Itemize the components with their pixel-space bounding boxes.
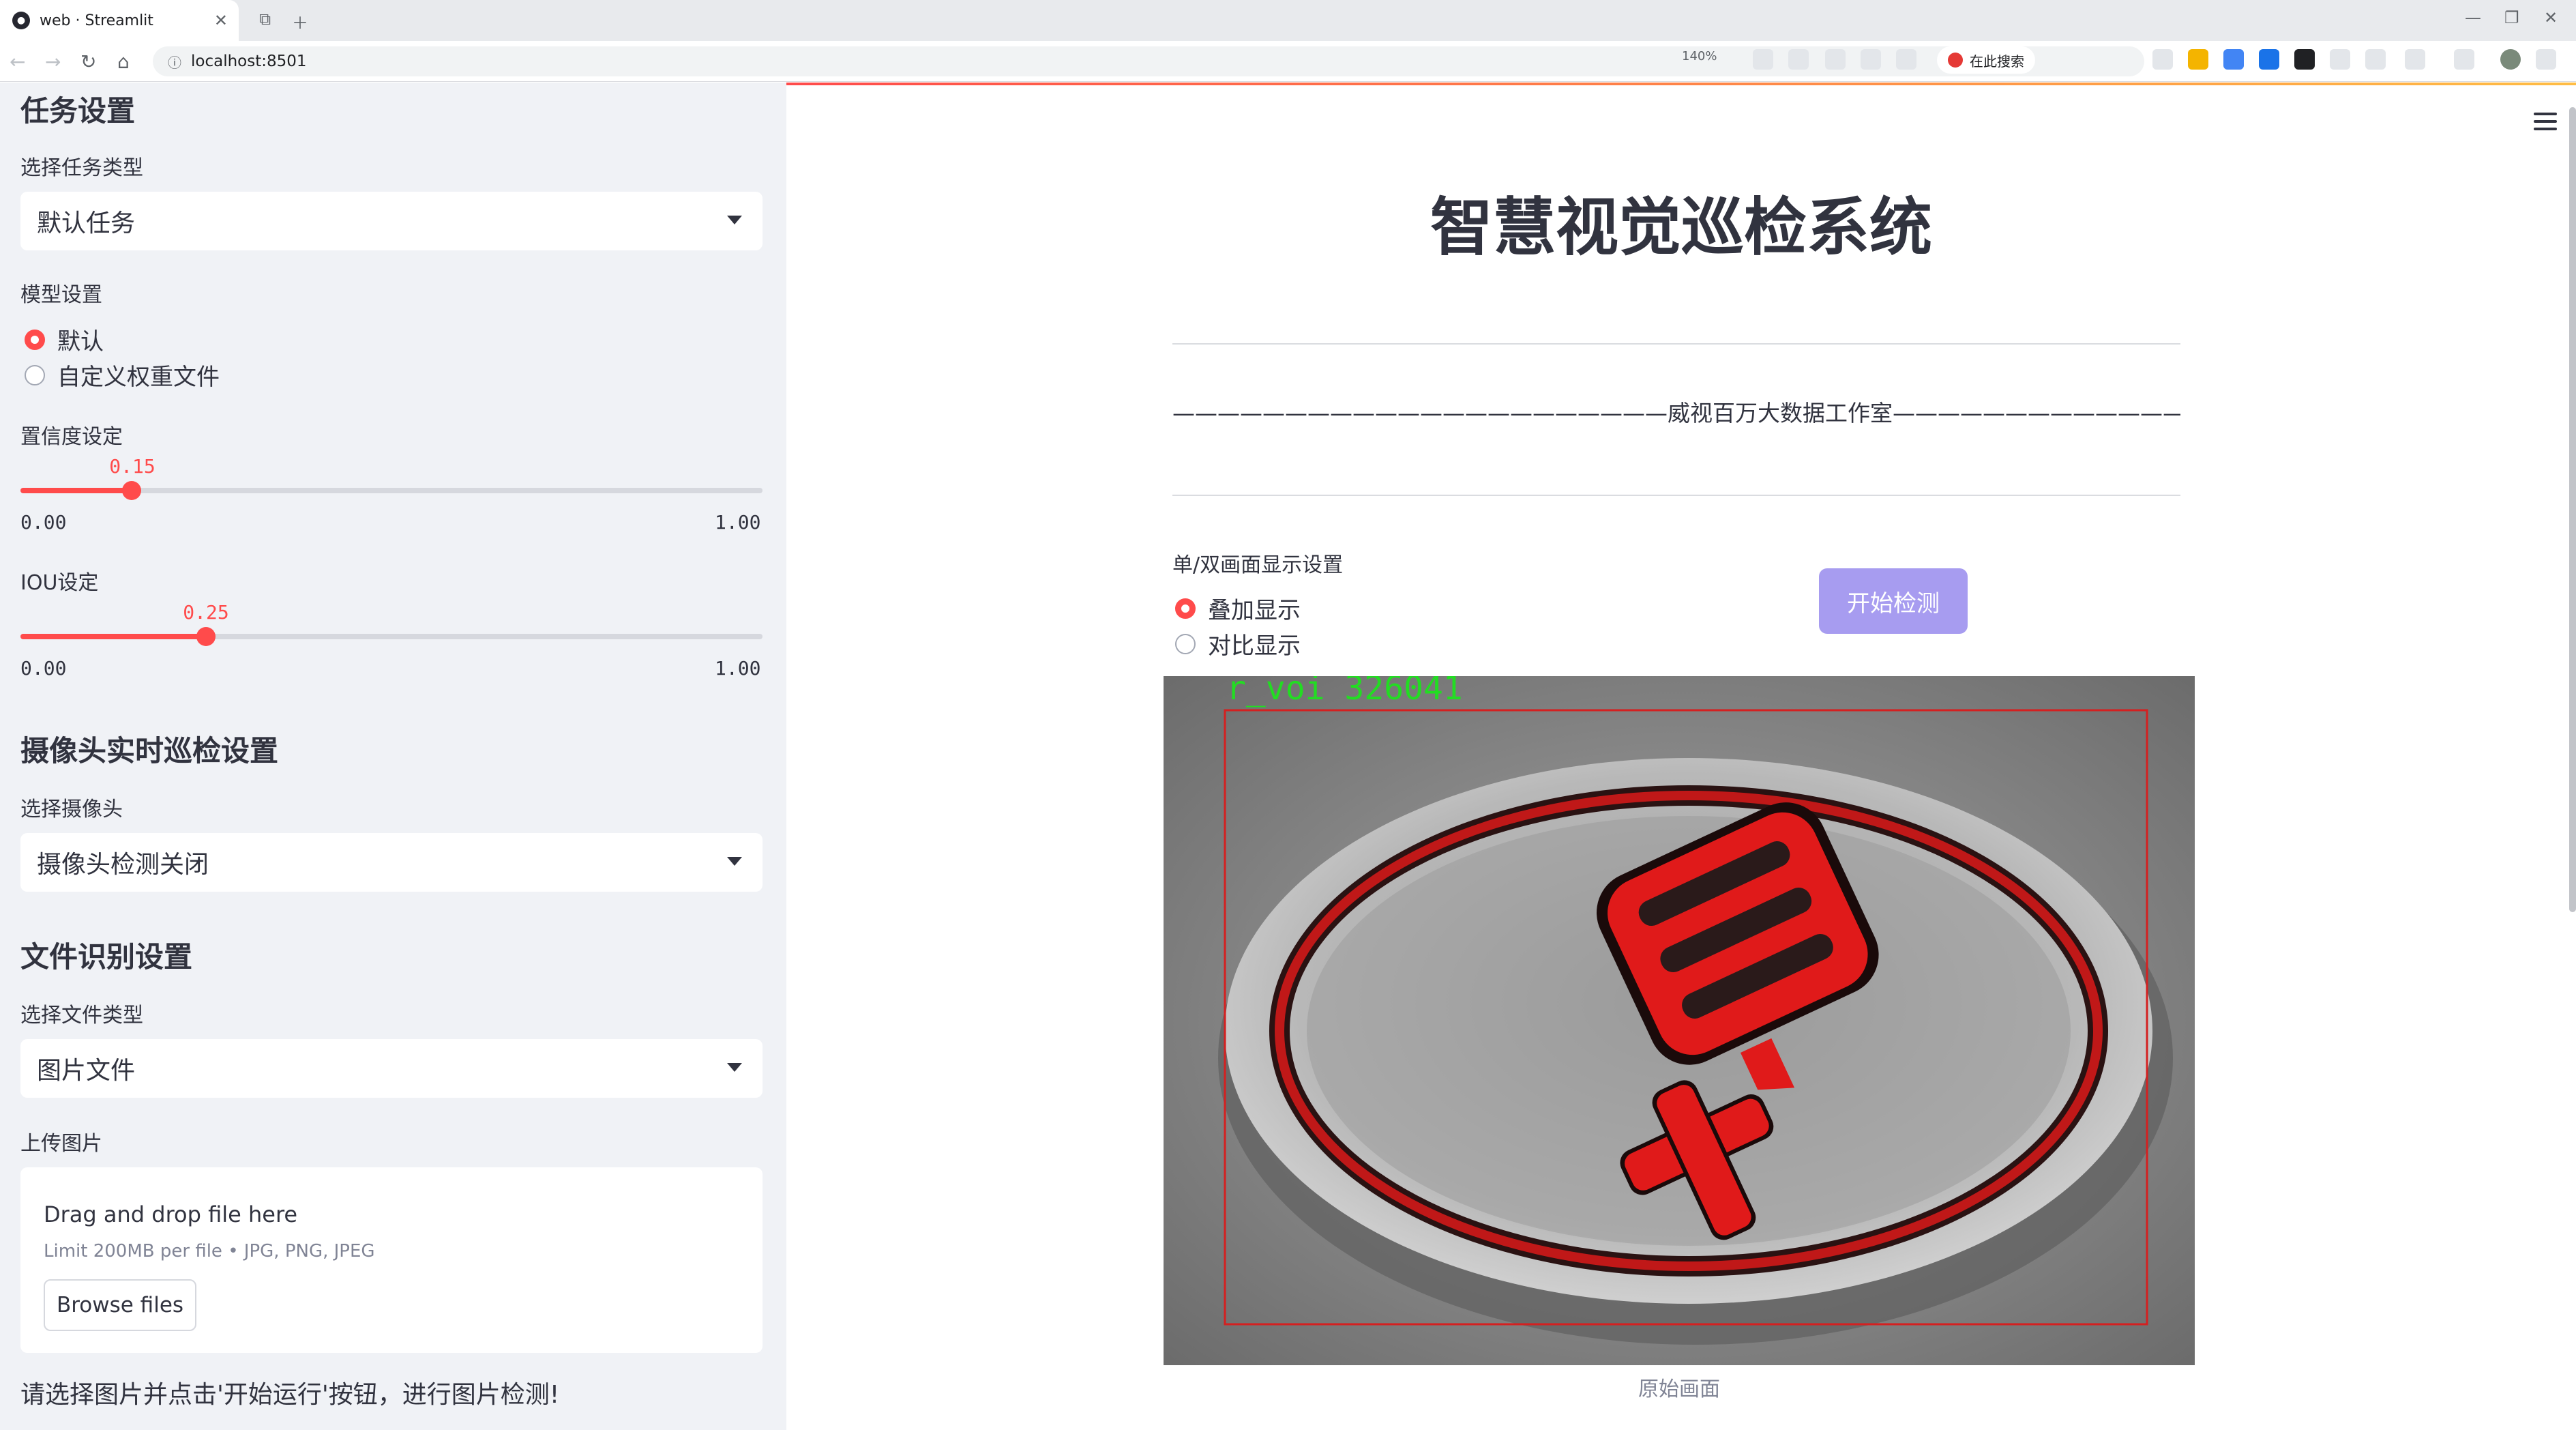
browser-tab-bar: ● web · Streamlit ✕ ⧉ ＋ — ❐ ✕ [0,0,2576,41]
menu-dots-icon[interactable] [2454,49,2474,70]
camera-value: 摄像头检测关闭 [37,851,209,879]
address-bar[interactable]: ⓘ localhost:8501 [153,46,2144,76]
profile-avatar[interactable] [2500,49,2521,70]
iou-slider-thumb[interactable] [196,627,216,646]
task-type-label: 选择任务类型 [20,156,143,180]
streamlit-favicon-icon: ● [12,12,30,29]
confidence-slider-fill [20,488,132,493]
camera-select[interactable]: 摄像头检测关闭 [20,833,763,892]
search-box[interactable]: 在此搜索 [1937,46,2035,74]
chevron-down-icon [727,216,742,224]
iou-slider[interactable] [20,627,763,646]
top-decoration-bar [786,83,2576,85]
confidence-label: 置信度设定 [20,425,123,449]
iou-slider-fill [20,634,206,639]
home-icon[interactable]: ⌂ [117,50,130,73]
radio-selected-icon[interactable] [25,329,45,350]
image-caption: 原始画面 [1638,1377,1720,1401]
zoom-indicator[interactable]: 140% [1682,49,1717,63]
screenshot-icon[interactable] [1825,49,1846,70]
main-content: 智慧视觉巡检系统 ——————————————————————威视百万大数据工作… [786,83,2576,1430]
task-type-value: 默认任务 [37,209,136,237]
iou-min: 0.00 [20,657,67,680]
sidebar: 任务设置 选择任务类型 默认任务 模型设置 默认 自定义权重文件 置信度设定 0… [0,83,786,1430]
upload-dropzone-title: Drag and drop file here [44,1201,298,1227]
confidence-min: 0.00 [20,511,67,534]
radio-unselected-icon[interactable] [25,364,45,385]
minimize-icon[interactable]: — [2465,8,2481,27]
start-detection-button[interactable]: 开始检测 [1819,568,1968,634]
display-settings-label: 单/双画面显示设置 [1172,553,1344,577]
radio-selected-icon[interactable] [1175,598,1196,619]
close-window-icon[interactable]: ✕ [2544,8,2558,27]
browser-menu-icon[interactable] [2536,49,2556,70]
favorites-icon[interactable] [2330,49,2350,70]
camera-settings-header: 摄像头实时巡检设置 [20,734,279,768]
restore-icon[interactable]: ❐ [2504,8,2519,27]
confidence-max: 1.00 [715,511,761,534]
extension-icon-3[interactable] [2259,49,2279,70]
file-type-select[interactable]: 图片文件 [20,1039,763,1098]
download-icon[interactable] [2365,49,2386,70]
upload-limit-text: Limit 200MB per file • JPG, PNG, JPEG [44,1241,375,1261]
new-tab-icon[interactable]: ＋ [292,10,308,33]
phone-icon[interactable] [2152,49,2173,70]
browser-tab[interactable]: ● web · Streamlit ✕ [0,0,239,41]
file-uploader[interactable]: Drag and drop file here Limit 200MB per … [20,1167,763,1353]
file-settings-header: 文件识别设置 [20,940,193,974]
chess-piece-image: r_voi 326041 [1164,676,2195,1365]
extension-icon-4[interactable] [2294,49,2315,70]
search-engine-icon [1948,53,1963,68]
url-text: localhost:8501 [191,53,307,70]
iou-max: 1.00 [715,657,761,680]
iou-label: IOU设定 [20,571,99,595]
display-option-label: 叠加显示 [1208,597,1301,624]
confidence-slider[interactable] [20,481,763,500]
upload-label: 上传图片 [20,1132,102,1156]
file-type-value: 图片文件 [37,1057,136,1085]
studio-line: ——————————————————————威视百万大数据工作室————————… [1172,400,2180,426]
model-radio-custom[interactable]: 自定义权重文件 [25,358,220,392]
back-icon[interactable]: ← [10,50,25,73]
page-title: 智慧视觉巡检系统 [1430,191,1932,264]
model-option-label: 默认 [57,328,104,355]
tab-actions-icon[interactable]: ⧉ [259,10,271,29]
detection-image: r_voi 326041 [1164,676,2195,1365]
divider-bottom [1172,495,2180,496]
task-settings-header: 任务设置 [20,94,136,128]
detection-label: r_voi 326041 [1226,676,1463,707]
chevron-down-icon [727,857,742,866]
scissors-icon[interactable] [2405,49,2425,70]
sidebar-instruction: 请选择图片并点击'开始运行'按钮，进行图片检测! [20,1381,560,1409]
model-settings-label: 模型设置 [20,283,102,307]
share-icon[interactable] [1861,49,1881,70]
lightning-icon[interactable] [1788,49,1809,70]
reload-icon[interactable]: ↻ [80,50,96,73]
display-radio-overlay[interactable]: 叠加显示 [1175,592,1301,625]
confidence-value: 0.15 [109,455,156,478]
extension-icon-1[interactable] [2188,49,2208,70]
confidence-slider-thumb[interactable] [122,481,141,500]
iou-value: 0.25 [183,601,229,624]
model-radio-default[interactable]: 默认 [25,323,104,356]
model-option-label: 自定义权重文件 [57,364,220,391]
radio-unselected-icon[interactable] [1175,633,1196,654]
display-radio-compare[interactable]: 对比显示 [1175,627,1301,660]
browse-files-button[interactable]: Browse files [44,1279,196,1331]
search-placeholder: 在此搜索 [1970,53,2024,70]
camera-label: 选择摄像头 [20,798,123,821]
hamburger-menu-icon[interactable] [2534,113,2557,135]
translate-icon[interactable] [1753,49,1773,70]
file-type-label: 选择文件类型 [20,1004,143,1027]
site-info-icon[interactable]: ⓘ [168,52,181,72]
chevron-down-icon [727,1063,742,1072]
divider-top [1172,343,2180,345]
tab-title: web · Streamlit [40,12,153,29]
bookmark-star-icon[interactable] [1896,49,1916,70]
extension-icon-2[interactable] [2223,49,2244,70]
display-option-label: 对比显示 [1208,632,1301,660]
task-type-select[interactable]: 默认任务 [20,192,763,250]
forward-icon[interactable]: → [45,50,61,73]
close-tab-icon[interactable]: ✕ [214,11,228,30]
